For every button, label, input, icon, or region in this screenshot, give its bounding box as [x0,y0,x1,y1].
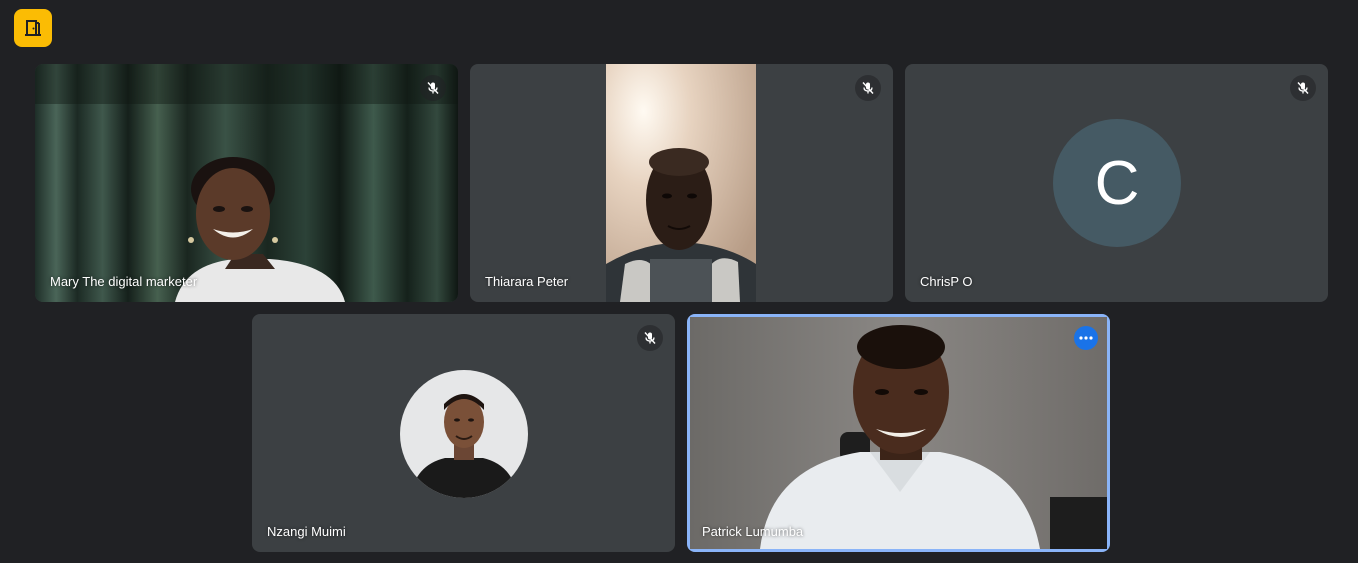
mic-off-icon [862,82,874,94]
participant-name: Patrick Lumumba [702,524,804,539]
mic-off-icon [1297,82,1309,94]
mic-off-indicator [1290,75,1316,101]
participant-video [606,64,756,302]
exit-room-button[interactable] [14,9,52,47]
participant-tile-nzangi[interactable]: Nzangi Muimi [252,314,675,552]
avatar: C [1053,119,1181,247]
participant-name: ChrisP O [920,274,973,289]
more-options-button[interactable] [1074,326,1098,350]
more-options-icon [1079,336,1093,340]
door-exit-icon [25,20,41,36]
participant-name: Nzangi Muimi [267,524,346,539]
participant-name: Mary The digital marketer [50,274,198,289]
participant-video [35,64,458,302]
participant-tile-patrick[interactable]: Patrick Lumumba [687,314,1110,552]
mic-off-icon [427,82,439,94]
mic-off-indicator [420,75,446,101]
mic-off-icon [644,332,656,344]
participant-tile-mary[interactable]: Mary The digital marketer [35,64,458,302]
participant-name: Thiarara Peter [485,274,569,289]
participant-tile-thiarara[interactable]: Thiarara Peter [470,64,893,302]
mic-off-indicator [637,325,663,351]
participant-video [690,317,1107,549]
mic-off-indicator [855,75,881,101]
avatar [400,370,528,498]
participant-tile-chrisp[interactable]: C ChrisP O [905,64,1328,302]
